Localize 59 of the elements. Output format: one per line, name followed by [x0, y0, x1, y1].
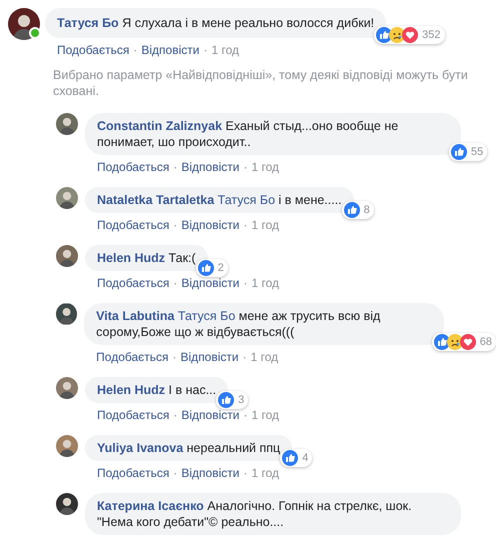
separator: ·	[243, 218, 248, 232]
avatar[interactable]	[56, 435, 78, 457]
reply-text: Катерина Ісаєнко Аналогічно. Гопнік на стрелкє, шок. "Нема кого дебати"© реально....	[97, 499, 412, 529]
avatar[interactable]	[56, 245, 78, 267]
separator: ·	[243, 466, 248, 480]
like-icon	[344, 202, 360, 218]
action-link[interactable]: Подобається	[97, 160, 170, 174]
action-link[interactable]: Відповісти	[181, 218, 240, 232]
action-link[interactable]: Відповісти	[181, 466, 240, 480]
separator: ·	[173, 466, 178, 480]
timestamp: 1 год	[251, 466, 279, 480]
timestamp: 1 год	[251, 218, 279, 232]
reply-text: Nataletka Tartaletka Татуся Бо і в мене.....	[97, 193, 342, 207]
like-icon	[282, 450, 298, 466]
like-icon	[198, 260, 214, 276]
action-link[interactable]: Відповісти	[181, 276, 240, 290]
separator: ·	[173, 276, 178, 290]
reply-text: Vita Labutina Татуся Бо мене аж трусить всю від сорому,Боже що ж відбувається(((	[96, 309, 380, 339]
timestamp: 1 год	[251, 160, 279, 174]
avatar[interactable]	[56, 493, 78, 515]
timestamp: 1 год	[211, 43, 239, 57]
reply-text: Yuliya Ivanova нереальний ппц	[97, 441, 280, 455]
separator: ·	[133, 43, 138, 57]
separator: ·	[173, 408, 178, 422]
avatar[interactable]	[8, 8, 40, 40]
separator: ·	[173, 218, 178, 232]
separator: ·	[242, 350, 247, 364]
reply-text: Helen Hudz Так:(	[97, 251, 196, 265]
avatar[interactable]	[56, 187, 78, 209]
sad-face-icon	[446, 334, 463, 350]
action-link[interactable]: Подобається	[97, 408, 170, 422]
notice-text: Вибрано параметр «Найвідповідніші», тому деякі відповіді можуть бути сховані.	[53, 67, 469, 99]
reply-text: Helen Hudz І в нас...	[97, 383, 216, 397]
avatar[interactable]	[56, 303, 78, 325]
action-link[interactable]: Подобається	[97, 466, 170, 480]
avatar[interactable]	[56, 113, 78, 135]
comment-text: Татуся Бо Я слухала і в мене реально волосся дибки!	[57, 16, 374, 30]
like-icon	[218, 392, 234, 408]
separator: ·	[243, 160, 248, 174]
like-icon	[451, 144, 467, 160]
separator: ·	[243, 276, 248, 290]
timestamp: 1 год	[251, 276, 279, 290]
reply-text: Constantin Zaliznyak Еханый стыд...оно вообще не понимает, шо происходит..	[97, 119, 398, 149]
separator: ·	[173, 160, 178, 174]
action-link[interactable]: Подобається	[97, 276, 170, 290]
timestamp: 1 год	[250, 350, 278, 364]
action-link[interactable]: Подобається	[97, 218, 170, 232]
separator: ·	[203, 43, 208, 57]
separator: ·	[172, 350, 177, 364]
action-link[interactable]: Відповісти	[141, 43, 200, 57]
action-link[interactable]: Відповісти	[181, 160, 240, 174]
action-link[interactable]: Відповісти	[180, 350, 239, 364]
avatar[interactable]	[56, 377, 78, 399]
separator: ·	[243, 408, 248, 422]
action-link[interactable]: Відповісти	[181, 408, 240, 422]
action-link[interactable]: Подобається	[57, 43, 130, 57]
action-link[interactable]: Подобається	[96, 350, 169, 364]
like-icon	[434, 334, 450, 350]
timestamp: 1 год	[251, 408, 279, 422]
